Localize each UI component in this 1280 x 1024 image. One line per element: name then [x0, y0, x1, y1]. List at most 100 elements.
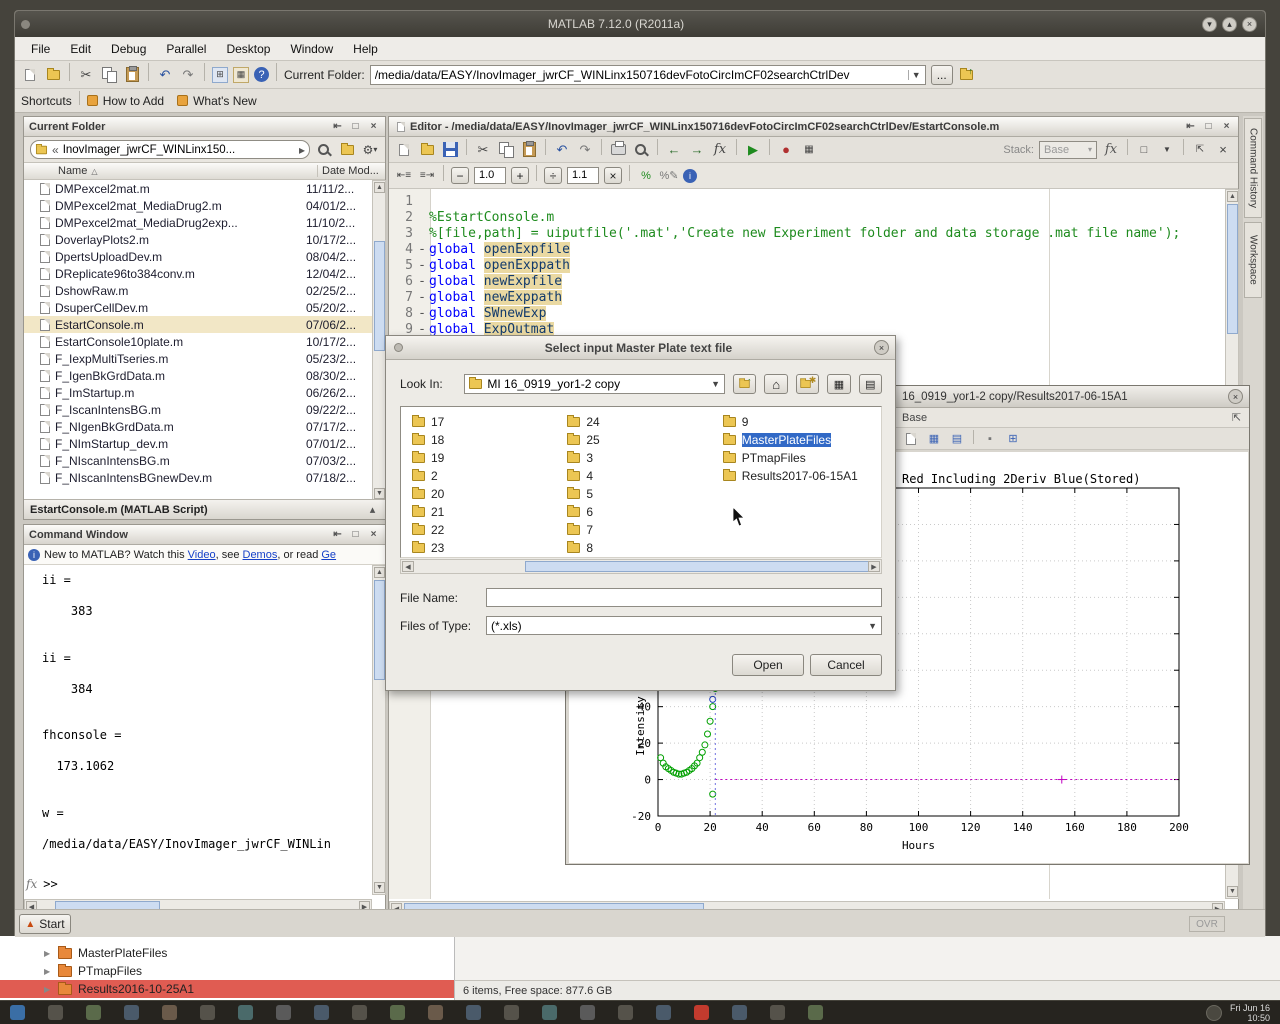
shortcut-whats-new[interactable]: What's New [193, 94, 257, 108]
menu-edit[interactable]: Edit [60, 40, 101, 58]
close-editor-icon[interactable]: × [1214, 141, 1232, 159]
shortcut-how-to-add[interactable]: How to Add [103, 94, 164, 108]
undo-icon[interactable]: ↶ [553, 141, 571, 159]
taskbar-app-icon[interactable] [276, 1005, 291, 1020]
new-folder-button[interactable]: ✱ [796, 374, 819, 394]
taskbar-app-icon[interactable] [732, 1005, 747, 1020]
run-icon[interactable]: ▶ [744, 141, 762, 159]
type-dropdown-icon[interactable]: ▼ [868, 621, 877, 631]
help-icon[interactable]: ? [254, 67, 269, 82]
fig-gray-icon[interactable]: ▪ [981, 430, 999, 448]
window-menu-icon[interactable] [21, 20, 30, 29]
figure-pin-icon[interactable]: ⇱ [1230, 411, 1243, 424]
dialog-folder-item[interactable]: 9 [720, 413, 881, 431]
file-row[interactable]: F_IexpMultiTseries.m05/23/2... [24, 350, 372, 367]
dialog-folder-item[interactable]: 19 [409, 449, 556, 467]
dialog-folder-item[interactable]: 8 [564, 539, 711, 557]
file-row[interactable]: DMPexcel2mat_MediaDrug2exp...11/10/2... [24, 214, 372, 231]
file-row[interactable]: F_ImStartup.m06/26/2... [24, 384, 372, 401]
new-file-icon[interactable] [395, 141, 413, 159]
fm-tree-item[interactable]: ▶Results2016-10-25A1 [0, 980, 454, 998]
indent-right-icon[interactable]: ≡⇥ [418, 167, 436, 185]
cancel-button[interactable]: Cancel [810, 654, 882, 676]
taskbar-app-icon[interactable] [428, 1005, 443, 1020]
taskbar-app-icon[interactable] [162, 1005, 177, 1020]
menu-file[interactable]: File [21, 40, 60, 58]
cw-vscrollbar[interactable]: ▲ ▼ [372, 565, 386, 895]
sort-asc-icon[interactable]: △ [91, 167, 97, 176]
code-line[interactable]: 6-global newExpfile [389, 273, 1223, 289]
expander-icon[interactable]: ▶ [44, 967, 52, 976]
paste-icon[interactable] [520, 141, 538, 159]
file-row[interactable]: F_NIscanIntensBGnewDev.m07/18/2... [24, 469, 372, 486]
fig-new-icon[interactable] [902, 430, 920, 448]
taskbar-app-icon[interactable] [200, 1005, 215, 1020]
undock-icon[interactable]: □ [1202, 120, 1215, 133]
taskbar-app-icon[interactable] [390, 1005, 405, 1020]
decrement-button[interactable]: − [451, 167, 469, 184]
demos-link[interactable]: Demos [243, 549, 278, 561]
getting-started-link[interactable]: Ge [321, 549, 336, 561]
breadcrumb-arrow-icon[interactable]: ▸ [299, 143, 305, 157]
increment-button[interactable]: + [511, 167, 529, 184]
dialog-folder-item[interactable]: 7 [564, 521, 711, 539]
file-row[interactable]: DoverlayPlots2.m10/17/2... [24, 231, 372, 248]
file-row[interactable]: F_IgenBkGrdData.m08/30/2... [24, 367, 372, 384]
undock-icon[interactable]: □ [349, 528, 362, 541]
open-button[interactable]: Open [732, 654, 804, 676]
increment-value-2[interactable]: 1.1 [567, 167, 599, 184]
new-file-icon[interactable] [21, 66, 39, 84]
open-file-icon[interactable] [44, 66, 62, 84]
maximize-button[interactable]: ▴ [1222, 17, 1237, 32]
matlab-titlebar[interactable]: MATLAB 7.12.0 (R2011a) ▾ ▴ × [15, 11, 1265, 37]
cf-breadcrumb[interactable]: « InovImager_jwrCF_WINLinx150... ▸ [30, 140, 310, 159]
col-date[interactable]: Date Mod... [317, 165, 385, 177]
menu-help[interactable]: Help [343, 40, 388, 58]
taskbar-app-icon[interactable] [48, 1005, 63, 1020]
dialog-folder-item[interactable]: 17 [409, 413, 556, 431]
up-folder-icon[interactable]: ↑ [958, 66, 976, 84]
taskbar-app-icon[interactable] [504, 1005, 519, 1020]
expander-icon[interactable]: ▶ [44, 949, 52, 958]
minimize-button[interactable]: ▾ [1202, 17, 1217, 32]
dialog-hscrollbar[interactable]: ◀ ▶ [400, 559, 882, 574]
file-row[interactable]: EstartConsole10plate.m10/17/2... [24, 333, 372, 350]
open-file-icon[interactable] [418, 141, 436, 159]
cf-newfolder-icon[interactable] [338, 141, 356, 159]
simulink-icon[interactable]: ⊞ [212, 67, 228, 83]
dialog-folder-item[interactable]: 6 [564, 503, 711, 521]
code-line[interactable]: 8-global SWnewExp [389, 305, 1223, 321]
taskbar-app-icon[interactable] [10, 1005, 25, 1020]
code-line[interactable]: 1 [389, 193, 1223, 209]
fm-tree-item[interactable]: ▶PTmapFiles [0, 962, 454, 980]
tab-workspace[interactable]: Workspace [1244, 222, 1262, 298]
copy-icon[interactable] [497, 141, 515, 159]
dialog-folder-item[interactable]: 25 [564, 431, 711, 449]
file-row[interactable]: DshowRaw.m02/25/2... [24, 282, 372, 299]
taskbar-app-icon[interactable] [808, 1005, 823, 1020]
split-dropdown-icon[interactable]: ▼ [1158, 141, 1176, 159]
cf-actions-gear-icon[interactable]: ⚙▾ [361, 141, 379, 159]
code-line[interactable]: 3%[file,path] = uiputfile('.mat','Create… [389, 225, 1223, 241]
col-name[interactable]: Name [58, 165, 87, 177]
menu-parallel[interactable]: Parallel [156, 40, 216, 58]
system-tray-icon[interactable] [1206, 1005, 1222, 1021]
taskbar-app-icon[interactable] [124, 1005, 139, 1020]
dialog-folder-item[interactable]: 24 [564, 413, 711, 431]
taskbar-app-icon[interactable] [238, 1005, 253, 1020]
command-prompt[interactable]: >> [43, 877, 57, 891]
cell-mode-icon[interactable]: ▦ [800, 141, 818, 159]
taskbar-app-icon[interactable] [352, 1005, 367, 1020]
taskbar-clock-date[interactable]: Fri Jun 16 [1230, 1003, 1270, 1013]
dock-icon[interactable]: ⇤ [331, 120, 344, 133]
figure-menu-base[interactable]: Base [902, 412, 927, 424]
cut-icon[interactable]: ✂ [77, 66, 95, 84]
redo-icon[interactable]: ↷ [576, 141, 594, 159]
taskbar-clock-time[interactable]: 10:50 [1230, 1013, 1270, 1023]
look-in-dropdown-icon[interactable]: ▼ [711, 379, 720, 389]
menu-window[interactable]: Window [280, 40, 343, 58]
indent-left-icon[interactable]: ⇤≡ [395, 167, 413, 185]
taskbar-app-icon[interactable] [466, 1005, 481, 1020]
taskbar-app-icon[interactable] [86, 1005, 101, 1020]
dialog-folder-item[interactable]: Results2017-06-15A1 [720, 467, 881, 485]
